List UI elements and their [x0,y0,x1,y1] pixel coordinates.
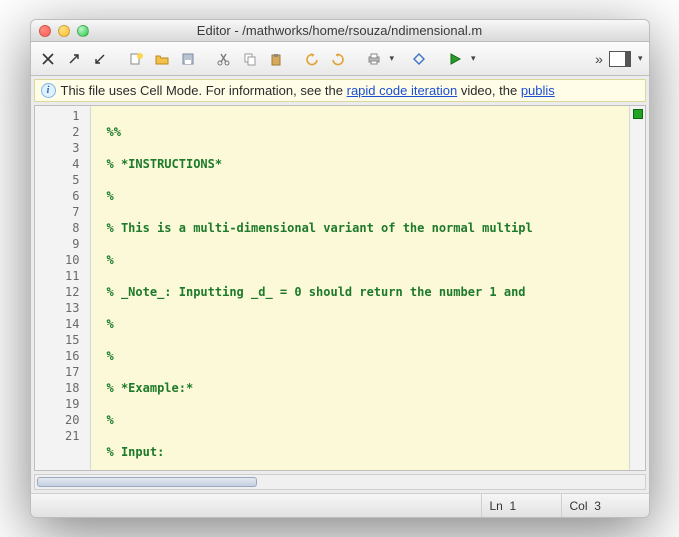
copy-button[interactable] [239,48,261,70]
col-label: Col [570,499,588,513]
zoom-icon[interactable] [77,25,89,37]
info-text-mid: video, the [457,83,521,98]
code-line: % *Example:* [107,380,629,396]
titlebar: Editor - /mathworks/home/rsouza/ndimensi… [31,20,649,42]
code-line: % [107,316,629,332]
line-label: Ln [490,499,503,513]
line-number: 9 [35,236,80,252]
code-line: % [107,188,629,204]
info-icon: i [41,83,56,98]
cut-button[interactable] [213,48,235,70]
code-analyzer-status-icon[interactable] [633,109,643,119]
code-line: %% [107,124,629,140]
rapid-code-iteration-link[interactable]: rapid code iteration [347,83,458,98]
cell-mode-info-bar: i This file uses Cell Mode. For informat… [34,79,646,102]
code-content[interactable]: %% % *INSTRUCTIONS* % % This is a multi-… [91,106,629,470]
undo-button[interactable] [301,48,323,70]
line-number: 7 [35,204,80,220]
line-number: 4 [35,156,80,172]
undock-button[interactable] [63,48,85,70]
line-number: 8 [35,220,80,236]
minimize-icon[interactable] [58,25,70,37]
col-value: 3 [594,499,601,513]
dock-layout-dropdown-icon[interactable]: ▾ [638,53,643,64]
run-button[interactable] [444,48,466,70]
dock-button[interactable] [89,48,111,70]
line-value: 1 [510,499,517,513]
line-number: 12 [35,284,80,300]
redo-button[interactable] [327,48,349,70]
code-line: % _Note_: Inputting _d_ = 0 should retur… [107,284,629,300]
status-line: Ln 1 [481,494,561,517]
traffic-lights [39,25,89,37]
code-line: % [107,252,629,268]
publishing-link[interactable]: publis [521,83,555,98]
more-tools-icon[interactable]: » [595,51,603,67]
status-col: Col 3 [561,494,641,517]
code-line: % *INSTRUCTIONS* [107,156,629,172]
line-number: 3 [35,140,80,156]
line-number: 6 [35,188,80,204]
close-icon[interactable] [39,25,51,37]
code-line: % This is a multi-dimensional variant of… [107,220,629,236]
line-number: 2 [35,124,80,140]
run-dropdown-icon[interactable]: ▾ [471,53,476,64]
scrollbar-thumb[interactable] [37,477,257,487]
find-button[interactable] [408,48,430,70]
line-number: 16 [35,348,80,364]
status-bar: Ln 1 Col 3 [31,493,649,517]
paste-button[interactable] [265,48,287,70]
new-file-button[interactable] [125,48,147,70]
print-dropdown-icon[interactable]: ▾ [390,53,395,64]
line-number: 10 [35,252,80,268]
line-number: 20 [35,412,80,428]
line-number: 11 [35,268,80,284]
info-text-prefix: This file uses Cell Mode. For informatio… [61,83,347,98]
line-number: 13 [35,300,80,316]
line-number: 17 [35,364,80,380]
code-analyzer-strip[interactable] [629,106,645,470]
toolbar: ▾ ▾ » ▾ [31,42,649,76]
print-button[interactable] [363,48,385,70]
code-line: % [107,348,629,364]
code-editor[interactable]: 1 2 3 4 5 6 7 8 9 10 11 12 13 14 15 16 1… [34,105,646,471]
close-doc-button[interactable] [37,48,59,70]
code-line: % [107,412,629,428]
window-title: Editor - /mathworks/home/rsouza/ndimensi… [39,23,641,38]
line-number: 21 [35,428,80,444]
horizontal-scrollbar[interactable] [34,474,646,490]
line-number-gutter: 1 2 3 4 5 6 7 8 9 10 11 12 13 14 15 16 1… [35,106,91,470]
line-number: 19 [35,396,80,412]
dock-layout-button[interactable] [609,51,631,67]
line-number: 1 [35,108,80,124]
line-number: 15 [35,332,80,348]
save-button[interactable] [177,48,199,70]
line-number: 18 [35,380,80,396]
code-line: % Input: [107,444,629,460]
open-file-button[interactable] [151,48,173,70]
editor-window: Editor - /mathworks/home/rsouza/ndimensi… [30,19,650,518]
line-number: 5 [35,172,80,188]
line-number: 14 [35,316,80,332]
